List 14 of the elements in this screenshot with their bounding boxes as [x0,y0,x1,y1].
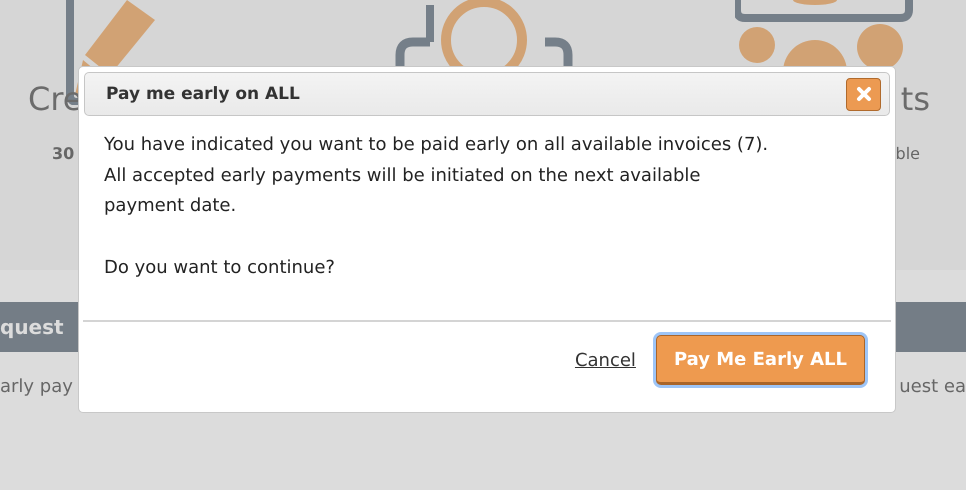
stat-label: ble [896,144,920,163]
close-button[interactable] [846,78,881,110]
dialog-title: Pay me early on ALL [106,84,300,104]
body-text: uest ea [899,376,966,397]
stat-value: 30 [52,144,74,163]
wallet-coins-icon [735,0,915,66]
dialog-question: Do you want to continue? [104,256,336,278]
dialog-message: You have indicated you want to be paid early on all available invoices (7). All accepted early payments will be initiated on the next available payment date. [104,133,770,218]
close-icon [856,86,872,102]
camera-search-icon [395,0,575,66]
cancel-link[interactable]: Cancel [574,350,636,370]
section-title: ts [900,80,930,118]
section-header: quest [0,315,64,339]
body-text: arly pay [0,376,73,397]
